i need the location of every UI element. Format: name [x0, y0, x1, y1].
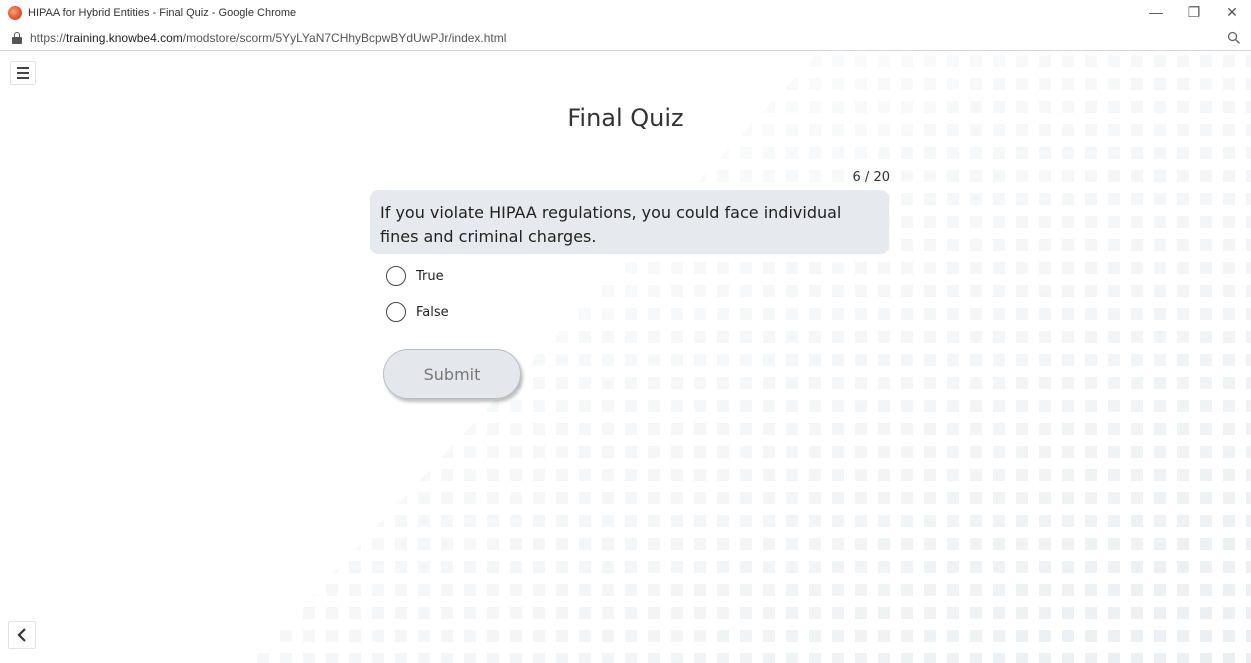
question-counter: 6 / 20 [852, 170, 890, 185]
option-false[interactable]: False [386, 302, 449, 322]
option-true[interactable]: True [386, 266, 444, 286]
radio-true[interactable] [386, 266, 406, 286]
page-title: Final Quiz [567, 104, 684, 132]
browser-title-bar: HIPAA for Hybrid Entities - Final Quiz -… [0, 0, 1251, 26]
menu-button[interactable] [10, 61, 36, 85]
url-prefix: https:// [30, 31, 67, 45]
restore-button[interactable]: ❐ [1175, 0, 1213, 24]
chevron-left-icon [17, 628, 26, 642]
site-favicon-icon [8, 6, 22, 20]
magnifier-icon[interactable] [1227, 31, 1241, 45]
background-pattern [250, 51, 1251, 663]
close-button[interactable]: ✕ [1213, 0, 1251, 24]
back-button[interactable] [8, 621, 36, 649]
window-title: HIPAA for Hybrid Entities - Final Quiz -… [28, 7, 297, 19]
option-label: False [416, 304, 449, 320]
window-controls: — ❐ ✕ [1137, 0, 1251, 26]
submit-button[interactable]: Submit [383, 349, 521, 399]
url-path: /modstore/scorm/5YyLYaN7CHhyBcpwBYdUwPJr… [182, 31, 507, 45]
hamburger-icon [17, 67, 29, 69]
url-text[interactable]: https://training.knowbe4.com/modstore/sc… [30, 31, 506, 45]
lock-icon[interactable] [12, 32, 22, 44]
course-content: Final Quiz 6 / 20 If you violate HIPAA r… [0, 51, 1251, 663]
url-host: training.knowbe4.com [66, 31, 183, 45]
address-bar[interactable]: https://training.knowbe4.com/modstore/sc… [0, 26, 1251, 51]
radio-false[interactable] [386, 302, 406, 322]
question-text: If you violate HIPAA regulations, you co… [370, 190, 889, 254]
minimize-button[interactable]: — [1137, 0, 1175, 24]
option-label: True [416, 268, 444, 284]
